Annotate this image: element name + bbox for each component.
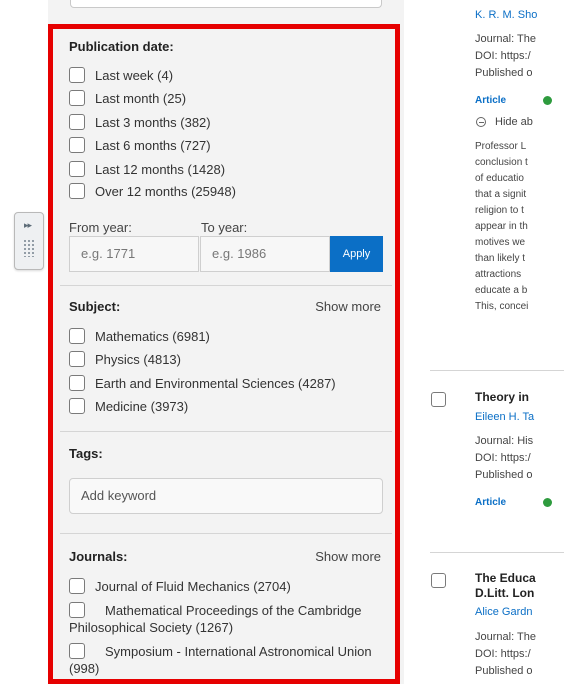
abstract-line: educate a b bbox=[475, 285, 528, 296]
subject-title: Subject: bbox=[69, 299, 121, 314]
date-option-last-12-months[interactable]: Last 12 months (1428) bbox=[69, 161, 225, 178]
checkbox[interactable] bbox=[69, 328, 85, 344]
result-title-link[interactable]: The Educa bbox=[475, 571, 536, 585]
results-column: K. R. M. Sho Journal: The DOI: https:/ P… bbox=[404, 0, 564, 684]
subject-option-mathematics[interactable]: Mathematics (6981) bbox=[69, 328, 210, 345]
checkbox[interactable] bbox=[69, 161, 85, 177]
expand-arrows-icon: ▸▸ bbox=[24, 220, 32, 230]
abstract-line: This, concei bbox=[475, 301, 529, 312]
result-author-link[interactable]: Alice Gardn bbox=[475, 606, 532, 618]
result-doi[interactable]: DOI: https:/ bbox=[475, 452, 531, 464]
checkbox[interactable] bbox=[69, 375, 85, 391]
checkbox[interactable] bbox=[69, 602, 85, 618]
date-option-over-12-months[interactable]: Over 12 months (25948) bbox=[69, 183, 236, 200]
divider bbox=[60, 285, 392, 286]
result-separator bbox=[430, 552, 564, 553]
journal-option-iau-symposium[interactable]: Symposium - International Astronomical U… bbox=[69, 643, 385, 677]
date-option-last-3-months[interactable]: Last 3 months (382) bbox=[69, 114, 211, 131]
result-title-link[interactable]: Theory in bbox=[475, 390, 529, 404]
subject-option-medicine[interactable]: Medicine (3973) bbox=[69, 398, 188, 415]
result-doi[interactable]: DOI: https:/ bbox=[475, 648, 531, 660]
keyword-input[interactable]: Add keyword bbox=[69, 478, 383, 514]
abstract-line: motives we bbox=[475, 237, 526, 248]
result-published: Published o bbox=[475, 665, 533, 677]
to-year-input[interactable]: e.g. 1986 bbox=[200, 236, 330, 272]
journal-option-cambridge-proceedings[interactable]: Mathematical Proceedings of the Cambridg… bbox=[69, 602, 385, 636]
result-author-link[interactable]: Eileen H. Ta bbox=[475, 411, 534, 423]
checkbox[interactable] bbox=[69, 578, 85, 594]
checkbox[interactable] bbox=[69, 398, 85, 414]
checkbox[interactable] bbox=[69, 183, 85, 199]
checkbox[interactable] bbox=[69, 351, 85, 367]
result-type-badge: Article bbox=[475, 497, 507, 508]
result-separator bbox=[430, 370, 564, 371]
tags-title: Tags: bbox=[69, 446, 103, 461]
drag-grip-icon bbox=[23, 239, 35, 257]
abstract-line: conclusion t bbox=[475, 157, 528, 168]
panel-toggle-handle[interactable]: ▸▸ bbox=[14, 212, 44, 270]
checkbox[interactable] bbox=[69, 67, 85, 83]
from-year-input[interactable]: e.g. 1771 bbox=[69, 236, 199, 272]
checkbox[interactable] bbox=[69, 114, 85, 130]
access-check-icon bbox=[543, 498, 552, 507]
journals-title: Journals: bbox=[69, 549, 128, 564]
result-select-checkbox[interactable] bbox=[431, 573, 446, 588]
result-journal: Journal: His bbox=[475, 435, 534, 447]
subject-show-more-link[interactable]: Show more bbox=[315, 299, 381, 314]
abstract-line: attractions bbox=[475, 269, 522, 280]
result-journal: Journal: The bbox=[475, 33, 536, 45]
journal-option-fluid-mechanics[interactable]: Journal of Fluid Mechanics (2704) bbox=[69, 578, 291, 595]
previous-filter-input[interactable] bbox=[70, 0, 382, 8]
abstract-line: of educatio bbox=[475, 173, 524, 184]
abstract-line: religion to t bbox=[475, 205, 524, 216]
divider bbox=[60, 533, 392, 534]
publication-date-title: Publication date: bbox=[69, 39, 174, 54]
date-option-last-month[interactable]: Last month (25) bbox=[69, 90, 186, 107]
result-type-badge: Article bbox=[475, 95, 507, 106]
divider bbox=[60, 431, 392, 432]
checkbox[interactable] bbox=[69, 643, 85, 659]
apply-year-button[interactable]: Apply bbox=[330, 236, 383, 272]
subject-option-physics[interactable]: Physics (4813) bbox=[69, 351, 181, 368]
result-title-link-line2[interactable]: D.Litt. Lon bbox=[475, 586, 534, 600]
date-option-last-6-months[interactable]: Last 6 months (727) bbox=[69, 137, 211, 154]
from-year-label: From year: bbox=[69, 220, 132, 235]
to-year-label: To year: bbox=[201, 220, 248, 235]
checkbox[interactable] bbox=[69, 137, 85, 153]
result-published: Published o bbox=[475, 469, 533, 481]
access-check-icon bbox=[543, 96, 552, 105]
abstract-line: than likely t bbox=[475, 253, 526, 264]
date-option-last-week[interactable]: Last week (4) bbox=[69, 67, 173, 84]
collapse-circle-icon[interactable] bbox=[476, 117, 486, 127]
checkbox[interactable] bbox=[69, 90, 85, 106]
result-published: Published o bbox=[475, 67, 533, 79]
result-journal: Journal: The bbox=[475, 631, 536, 643]
journals-show-more-link[interactable]: Show more bbox=[315, 549, 381, 564]
abstract-line: that a signit bbox=[475, 189, 527, 200]
abstract-line: appear in th bbox=[475, 221, 528, 232]
hide-abstract-toggle[interactable]: Hide ab bbox=[495, 116, 533, 128]
result-author-link[interactable]: K. R. M. Sho bbox=[475, 9, 537, 21]
left-rail: ▸▸ bbox=[0, 0, 48, 684]
result-doi[interactable]: DOI: https:/ bbox=[475, 50, 531, 62]
abstract-line: Professor L bbox=[475, 141, 527, 152]
subject-option-earth-sciences[interactable]: Earth and Environmental Sciences (4287) bbox=[69, 375, 336, 392]
result-select-checkbox[interactable] bbox=[431, 392, 446, 407]
